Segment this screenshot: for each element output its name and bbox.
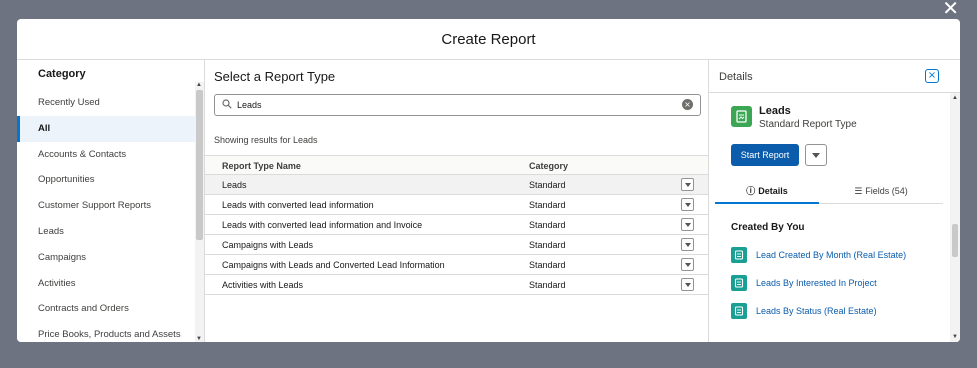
report-link-label[interactable]: Leads By Interested In Project [756, 278, 877, 288]
report-type-table: Report Type Name Category Leads Standard… [205, 155, 708, 295]
more-actions-button[interactable] [805, 144, 827, 166]
report-type-name: Campaigns with Leads and Converted Lead … [222, 260, 445, 270]
details-tabs: ⓘ Details ☰ Fields (54) [715, 179, 943, 204]
report-type-category: Standard [529, 280, 566, 290]
column-header-name[interactable]: Report Type Name [222, 156, 301, 176]
report-link-label[interactable]: Leads By Status (Real Estate) [756, 306, 877, 316]
row-menu-button[interactable] [681, 198, 694, 211]
report-type-panel: Select a Report Type × Showing results f… [205, 60, 709, 342]
list-icon: ☰ [854, 187, 863, 197]
report-type-icon [731, 106, 752, 127]
scroll-down-icon[interactable]: ▼ [196, 336, 202, 342]
column-header-category[interactable]: Category [529, 156, 568, 176]
modal-title: Create Report [17, 19, 960, 60]
details-scrollbar[interactable]: ▲ ▼ [950, 93, 960, 342]
category-item-contracts-orders[interactable]: Contracts and Orders [17, 296, 204, 322]
clear-search-icon[interactable]: × [682, 99, 693, 110]
report-type-title: Leads [759, 105, 791, 117]
row-menu-button[interactable] [681, 258, 694, 271]
search-icon [222, 99, 232, 109]
details-panel: Details × Leads Standard Report Type Sta… [709, 60, 960, 342]
category-panel: Category Recently Used All Accounts & Co… [17, 60, 205, 342]
report-type-name: Leads with converted lead information [222, 200, 374, 210]
report-type-category: Standard [529, 220, 566, 230]
table-row[interactable]: Leads with converted lead information an… [205, 215, 708, 235]
tab-details-label: Details [758, 186, 788, 196]
scroll-down-icon[interactable]: ▼ [952, 334, 958, 340]
table-row[interactable]: Leads Standard [205, 175, 708, 195]
row-menu-button[interactable] [681, 278, 694, 291]
row-menu-button[interactable] [681, 178, 694, 191]
report-type-category: Standard [529, 200, 566, 210]
tab-fields[interactable]: ☰ Fields (54) [819, 179, 943, 204]
table-row[interactable]: Campaigns with Leads and Converted Lead … [205, 255, 708, 275]
category-item-customer-support[interactable]: Customer Support Reports [17, 193, 204, 219]
category-item-recently-used[interactable]: Recently Used [17, 90, 204, 116]
category-scrollbar[interactable]: ▲ ▼ [195, 82, 204, 342]
category-item-price-books[interactable]: Price Books, Products and Assets [17, 322, 204, 342]
category-item-accounts-contacts[interactable]: Accounts & Contacts [17, 142, 204, 168]
report-type-name: Activities with Leads [222, 280, 304, 290]
scrollbar-thumb[interactable] [952, 224, 958, 257]
report-type-name: Leads with converted lead information an… [222, 220, 423, 230]
report-type-heading: Select a Report Type [214, 69, 336, 84]
category-heading: Category [38, 68, 86, 80]
table-row[interactable]: Campaigns with Leads Standard [205, 235, 708, 255]
report-type-category: Standard [529, 260, 566, 270]
table-row[interactable]: Leads with converted lead information St… [205, 195, 708, 215]
start-report-button[interactable]: Start Report [731, 144, 799, 166]
report-link-label[interactable]: Lead Created By Month (Real Estate) [756, 250, 906, 260]
tab-fields-label: Fields (54) [865, 186, 908, 196]
category-item-all[interactable]: All [17, 115, 204, 142]
search-input[interactable] [237, 97, 677, 113]
info-icon: ⓘ [746, 187, 756, 197]
table-row[interactable]: Activities with Leads Standard [205, 275, 708, 295]
category-item-leads[interactable]: Leads [17, 219, 204, 245]
created-by-you-heading: Created By You [731, 222, 805, 233]
table-header: Report Type Name Category [205, 155, 708, 175]
scrollbar-thumb[interactable] [196, 90, 203, 240]
category-item-campaigns[interactable]: Campaigns [17, 245, 204, 271]
report-icon [731, 247, 747, 263]
report-icon [731, 303, 747, 319]
close-details-icon[interactable]: × [925, 69, 939, 83]
scroll-up-icon[interactable]: ▲ [952, 95, 958, 101]
close-modal-icon[interactable]: ✕ [942, 0, 959, 18]
category-item-opportunities[interactable]: Opportunities [17, 167, 204, 193]
report-type-subtitle: Standard Report Type [759, 119, 857, 130]
details-heading: Details [709, 60, 960, 93]
category-item-activities[interactable]: Activities [17, 271, 204, 297]
row-menu-button[interactable] [681, 238, 694, 251]
create-report-modal: Create Report Category Recently Used All… [17, 19, 960, 342]
tab-details[interactable]: ⓘ Details [715, 179, 819, 204]
report-type-name: Campaigns with Leads [222, 240, 314, 250]
report-type-category: Standard [529, 180, 566, 190]
report-type-name: Leads [222, 180, 247, 190]
results-note: Showing results for Leads [214, 135, 318, 145]
report-icon [731, 275, 747, 291]
scroll-up-icon[interactable]: ▲ [196, 82, 202, 88]
row-menu-button[interactable] [681, 218, 694, 231]
report-type-search[interactable]: × [214, 94, 701, 116]
report-type-category: Standard [529, 240, 566, 250]
